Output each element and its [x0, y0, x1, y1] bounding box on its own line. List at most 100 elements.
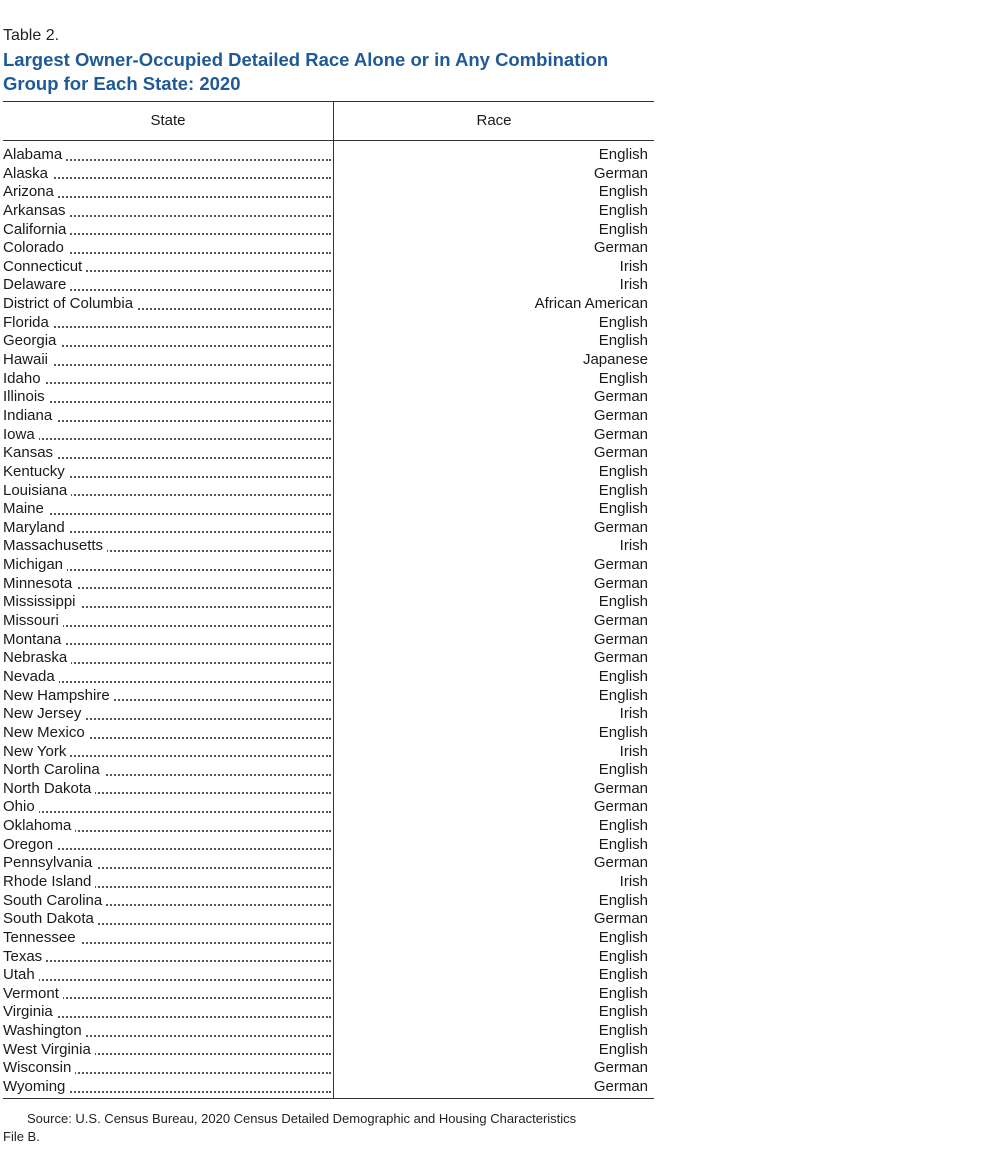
race-value: English [598, 928, 648, 946]
table-row-state: Mississippi [3, 593, 333, 612]
table-container: Table 2. Largest Owner-Occupied Detailed… [3, 26, 654, 1099]
state-name: Wisconsin [3, 1059, 76, 1077]
state-name: Arkansas [3, 201, 70, 219]
table-row-state: North Dakota [3, 779, 333, 799]
table-row-state: South Carolina [3, 891, 333, 911]
table-row-state: Tennessee [3, 928, 333, 948]
state-name: Tennessee [3, 928, 80, 946]
race-value: English [598, 667, 648, 685]
table-row-state: New York [3, 742, 333, 762]
race-value: English [598, 1003, 648, 1021]
race-value: English [598, 332, 648, 350]
race-value: German [593, 556, 648, 574]
state-name: Indiana [3, 406, 57, 424]
table-row-state: Georgia [3, 332, 333, 351]
state-name: West Virginia [3, 1040, 95, 1058]
table-row-state: Alaska [3, 164, 333, 184]
state-name: Rhode Island [3, 872, 96, 890]
table-row-state: Minnesota [3, 574, 333, 594]
race-value: English [598, 984, 648, 1002]
race-value: German [593, 1059, 648, 1077]
state-name: Maryland [3, 518, 69, 536]
state-column: Alabama Alaska Arizona Arkansas California Co… [3, 141, 334, 1098]
race-value: African American [534, 295, 648, 313]
race-value: English [598, 1040, 648, 1058]
state-name: North Carolina [3, 761, 104, 779]
table-row-state: Maryland [3, 518, 333, 538]
table-row-state: Alabama [3, 146, 333, 165]
state-name: Virginia [3, 1003, 57, 1021]
state-name: South Carolina [3, 891, 107, 909]
state-name: Mississippi [3, 593, 80, 611]
table-row-state: Kentucky [3, 462, 333, 482]
dot-leader [3, 960, 331, 963]
race-value: English [598, 947, 648, 965]
table-header: State Race [3, 102, 654, 141]
table-row-state: Louisiana [3, 481, 333, 501]
table-row-state: Iowa [3, 425, 333, 445]
race-value: English [598, 835, 648, 853]
table-title: Largest Owner-Occupied Detailed Race Alo… [3, 49, 609, 94]
table-row-state: Wisconsin [3, 1059, 333, 1078]
table-row-state: Missouri [3, 612, 333, 631]
table-row-state: Connecticut [3, 257, 333, 277]
race-value: German [593, 1078, 648, 1096]
table-row-state: District of Columbia [3, 295, 333, 314]
race-value: German [593, 406, 648, 424]
state-name: Utah [3, 966, 39, 984]
table-row-state: Wyoming [3, 1078, 333, 1097]
race-value: English [598, 500, 648, 518]
race-value: English [598, 593, 648, 611]
state-name: Alaska [3, 164, 53, 182]
state-name: Minnesota [3, 574, 77, 592]
state-name: Oklahoma [3, 817, 76, 835]
dot-leader [3, 512, 331, 515]
race-value: Irish [619, 705, 648, 723]
race-value: English [598, 817, 648, 835]
table-row-state: Indiana [3, 406, 333, 426]
dot-leader [3, 382, 331, 385]
race-value: German [593, 649, 648, 667]
race-value: German [593, 612, 648, 630]
race-value: English [598, 183, 648, 201]
table-row-state: Michigan [3, 556, 333, 575]
race-value: German [593, 444, 648, 462]
state-name: Wyoming [3, 1078, 70, 1096]
state-name: Pennsylvania [3, 854, 97, 872]
state-name: North Dakota [3, 779, 96, 797]
race-value: Irish [619, 257, 648, 275]
race-value: English [598, 723, 648, 741]
table-row-state: Kansas [3, 444, 333, 463]
table-row-state: Utah [3, 966, 333, 985]
race-value: English [598, 481, 648, 499]
race-value: German [593, 425, 648, 443]
race-value: German [593, 574, 648, 592]
dot-leader [3, 363, 331, 366]
dot-leader [3, 438, 331, 441]
table-row-state: Oklahoma [3, 817, 333, 836]
state-name: Nevada [3, 667, 59, 685]
table-row-state: Illinois [3, 388, 333, 407]
state-name: Idaho [3, 369, 45, 387]
table-row-state: Ohio [3, 798, 333, 817]
race-value: German [593, 239, 648, 257]
table-row-state: West Virginia [3, 1040, 333, 1060]
state-name: Kansas [3, 444, 58, 462]
dot-leader [3, 177, 331, 180]
state-name: Illinois [3, 388, 49, 406]
state-name: Vermont [3, 984, 63, 1002]
table-row-state: Arkansas [3, 201, 333, 221]
state-name: Oregon [3, 835, 58, 853]
race-value: Irish [619, 872, 648, 890]
column-header-state: State [3, 102, 334, 140]
race-value: English [598, 313, 648, 331]
race-value: Irish [619, 537, 648, 555]
race-value: English [598, 462, 648, 480]
race-value: English [598, 891, 648, 909]
race-value: German [593, 798, 648, 816]
state-name: Connecticut [3, 257, 87, 275]
race-value: English [598, 220, 648, 238]
dot-leader [3, 811, 331, 814]
state-name: Iowa [3, 425, 39, 443]
state-name: Washington [3, 1022, 86, 1040]
